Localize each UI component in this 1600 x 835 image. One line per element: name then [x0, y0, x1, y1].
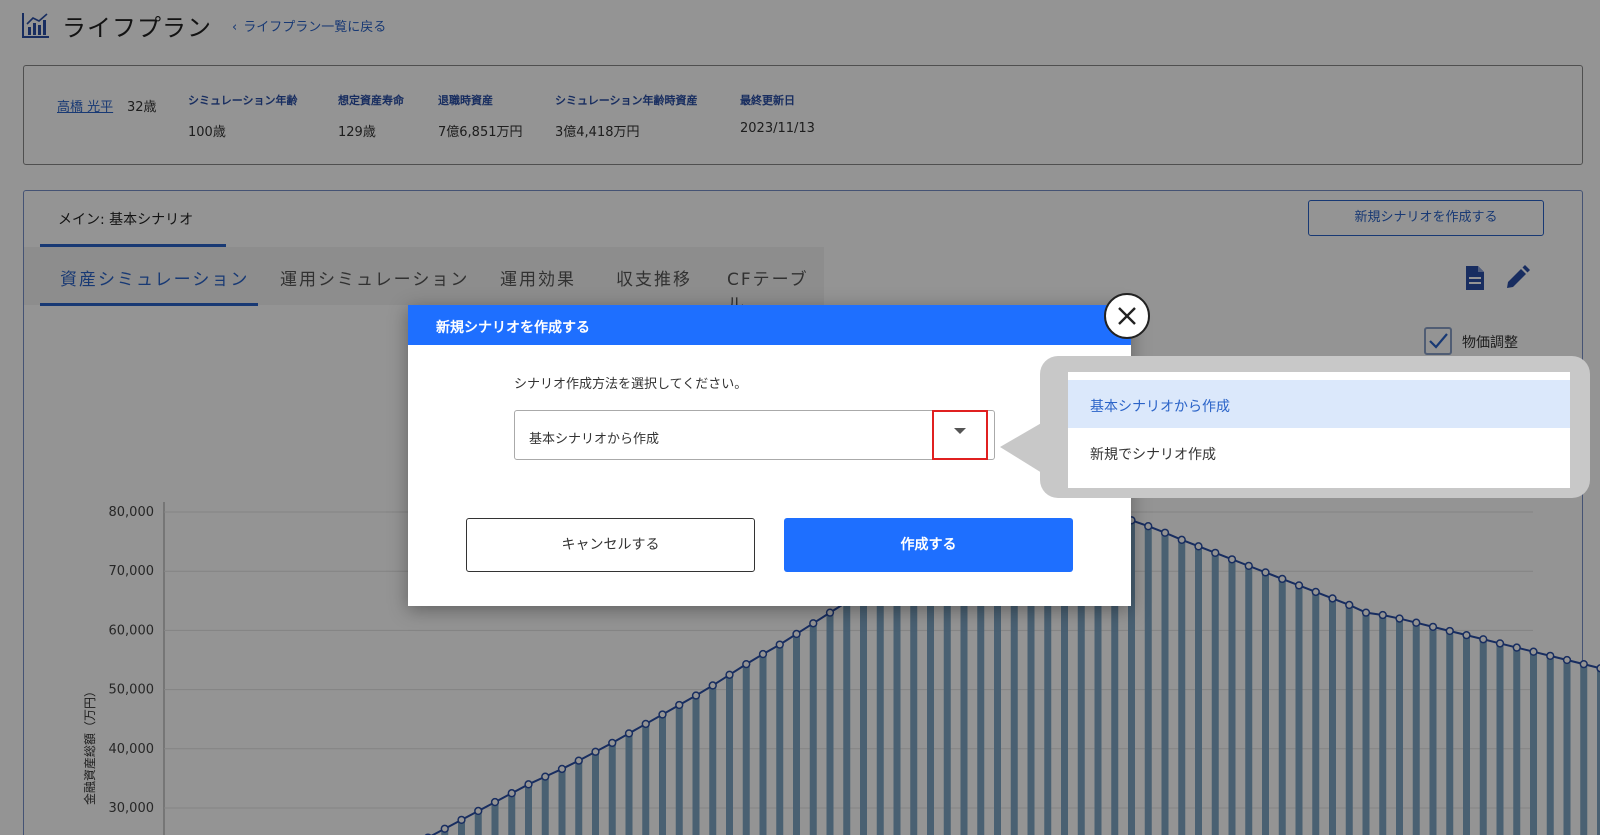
scenario-method-options: 基本シナリオから作成 新規でシナリオ作成	[1068, 372, 1570, 488]
close-icon[interactable]	[1104, 293, 1150, 339]
close-x-glyph	[1118, 307, 1136, 325]
scenario-method-select[interactable]: 基本シナリオから作成	[514, 410, 995, 460]
option-from-base-scenario[interactable]: 基本シナリオから作成	[1068, 380, 1570, 428]
option-new-scenario[interactable]: 新規でシナリオ作成	[1068, 428, 1570, 476]
cancel-button[interactable]: キャンセルする	[466, 518, 755, 572]
create-button[interactable]: 作成する	[784, 518, 1073, 572]
select-toggle-highlight[interactable]	[932, 410, 988, 460]
new-scenario-dialog: 新規シナリオを作成する シナリオ作成方法を選択してください。 基本シナリオから作…	[408, 305, 1131, 606]
dialog-prompt: シナリオ作成方法を選択してください。	[514, 377, 748, 392]
select-value: 基本シナリオから作成	[529, 432, 660, 447]
dialog-title: 新規シナリオを作成する	[408, 305, 1131, 345]
caret-down-icon	[954, 428, 966, 434]
